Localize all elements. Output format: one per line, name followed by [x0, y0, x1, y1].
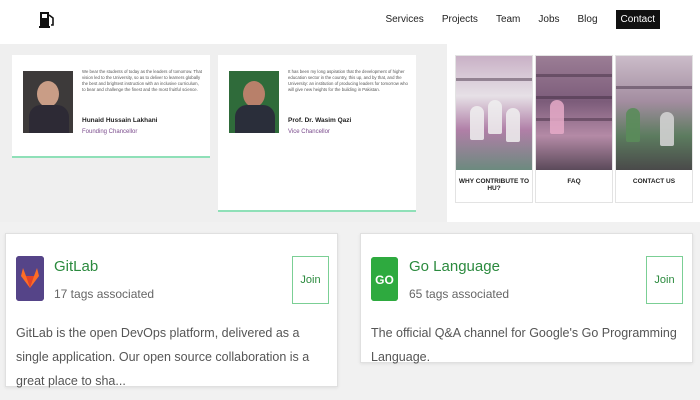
- channel-card-golang[interactable]: GO Go Language 65 tags associated Join T…: [360, 233, 693, 364]
- join-button[interactable]: Join: [292, 256, 329, 304]
- navbar: Services Projects Team Jobs Blog Contact: [0, 0, 700, 44]
- leader-photo: [23, 71, 73, 133]
- channel-description: GitLab is the open DevOps platform, deli…: [16, 326, 310, 388]
- nav-projects[interactable]: Projects: [442, 14, 478, 25]
- go-logo-text: GO: [375, 273, 394, 287]
- tile-label: FAQ: [567, 178, 581, 185]
- tile-why-contribute[interactable]: WHY CONTRIBUTE TO HU?: [455, 55, 533, 203]
- nav-team[interactable]: Team: [496, 14, 520, 25]
- fuel-pump-icon[interactable]: [38, 9, 56, 29]
- leader-role: Founding Chancellor: [82, 129, 138, 135]
- leader-quote: It has been my long aspiration that the …: [288, 69, 408, 92]
- leader-name: Prof. Dr. Wasim Qazi: [288, 117, 352, 124]
- channel-card-gitlab[interactable]: GitLab 17 tags associated Join GitLab is…: [5, 233, 338, 388]
- nav-contact-button[interactable]: Contact: [615, 10, 660, 29]
- nav-services[interactable]: Services: [385, 14, 423, 25]
- nav-blog[interactable]: Blog: [578, 14, 598, 25]
- go-gopher-icon: GO: [371, 257, 398, 301]
- tile-image: [456, 56, 532, 170]
- leader-role: Vice Chancellor: [288, 129, 330, 135]
- leader-name: Hunaid Hussain Lakhani: [82, 117, 158, 124]
- channel-tags-count: 65 tags associated: [409, 287, 510, 301]
- tile-image: [616, 56, 692, 170]
- tile-contact-us[interactable]: CONTACT US: [615, 55, 693, 203]
- channel-description: The official Q&A channel for Google's Go…: [371, 326, 677, 364]
- leader-card-vice-chancellor: It has been my long aspiration that the …: [218, 55, 416, 212]
- channel-title[interactable]: Go Language: [409, 258, 500, 275]
- tile-label: CONTACT US: [632, 178, 676, 185]
- join-button[interactable]: Join: [646, 256, 683, 304]
- leader-photo: [229, 71, 279, 133]
- channel-title[interactable]: GitLab: [54, 258, 98, 275]
- tile-label: WHY CONTRIBUTE TO HU?: [458, 178, 530, 192]
- tile-image: [536, 56, 612, 170]
- leader-card-founder: We bear the students of today as the lea…: [12, 55, 210, 158]
- tile-faq[interactable]: FAQ: [535, 55, 613, 203]
- nav-jobs[interactable]: Jobs: [538, 14, 559, 25]
- leader-quote: We bear the students of today as the lea…: [82, 69, 202, 92]
- gitlab-fox-icon: [16, 256, 44, 301]
- channel-tags-count: 17 tags associated: [54, 287, 155, 301]
- nav-links: Services Projects Team Jobs Blog Contact: [385, 10, 660, 29]
